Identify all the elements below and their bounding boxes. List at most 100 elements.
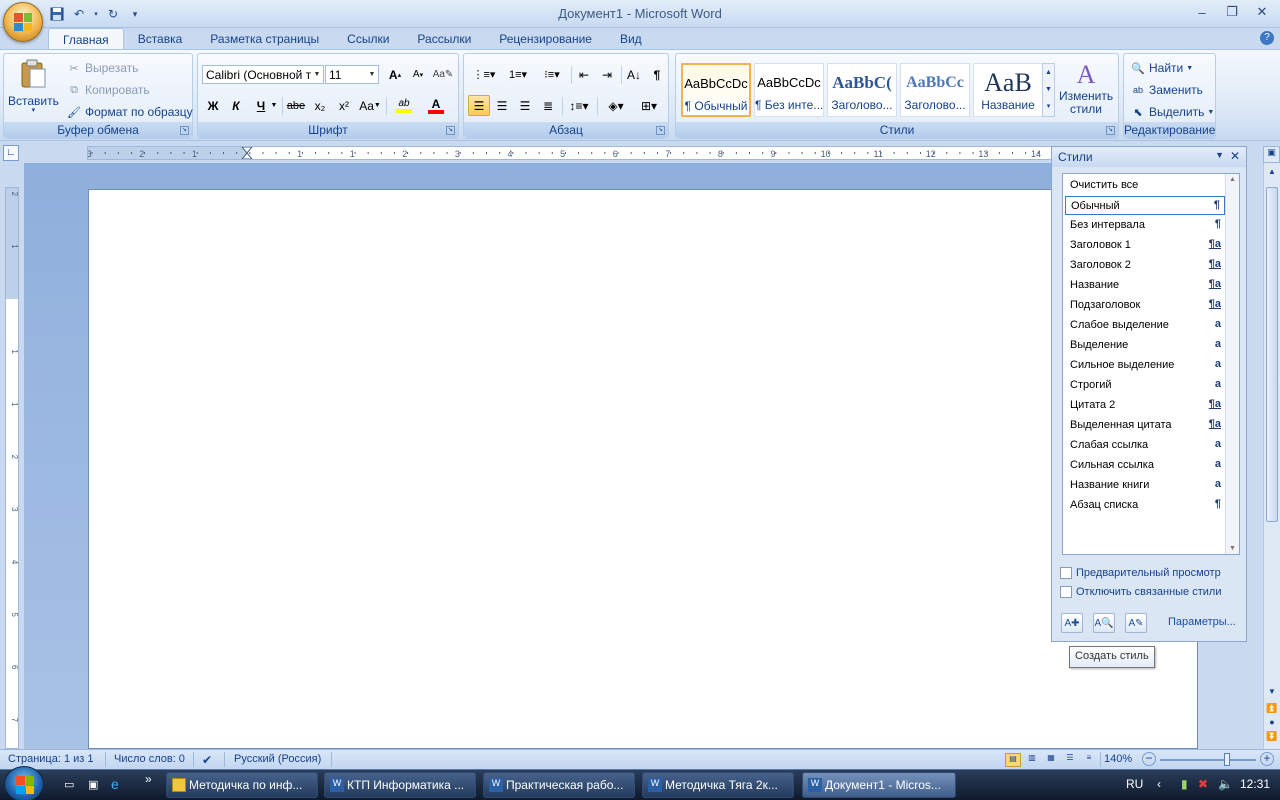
browse-object-icon[interactable]: ● (1264, 717, 1280, 731)
style-list-item[interactable]: Без интервала ¶ (1065, 216, 1225, 235)
style-list-item[interactable]: Слабое выделение a (1065, 316, 1225, 335)
align-left-button[interactable]: ☰ (468, 95, 490, 116)
styles-list-scrollbar[interactable]: ▲ ▼ (1225, 174, 1239, 554)
taskbar-item[interactable]: Методичка по инф... (166, 772, 318, 798)
scroll-thumb[interactable] (1266, 187, 1278, 522)
scroll-up-icon[interactable]: ▲ (1229, 176, 1236, 183)
shading-button[interactable]: ◈▾ (600, 95, 632, 116)
taskbar-item[interactable]: W Практическая рабо... (483, 772, 635, 798)
replace-button[interactable]: ab Заменить (1130, 82, 1203, 98)
paste-button[interactable]: Вставить ▾ (8, 58, 59, 114)
borders-button[interactable]: ⊞▾ (634, 95, 664, 116)
view-ruler-icon[interactable]: ▣ (1263, 146, 1280, 163)
style-gallery-item[interactable]: AaBbCcDc ¶ Без инте... (754, 63, 824, 117)
justify-button[interactable]: ≣ (537, 95, 559, 116)
style-list-item[interactable]: Обычный ¶ (1065, 196, 1225, 215)
underline-dropdown[interactable]: ▼ (269, 95, 279, 116)
taskbar-item[interactable]: W Методичка Тяга 2к... (642, 772, 794, 798)
dialog-launcher-icon[interactable]: ↘ (1106, 126, 1115, 135)
increase-indent-button[interactable]: ⇥ (596, 64, 618, 85)
style-list-item[interactable]: Строгий a (1065, 376, 1225, 395)
language-indicator[interactable]: RU (1126, 777, 1143, 791)
multilevel-list-button[interactable]: ⁝≡▾ (536, 64, 568, 85)
tab-view[interactable]: Вид (606, 28, 656, 50)
style-gallery-item[interactable]: AaBbCcDc ¶ Обычный (681, 63, 751, 117)
style-gallery-item[interactable]: AaBbCc Заголово... (900, 63, 970, 117)
close-button[interactable]: ✕ (1248, 2, 1276, 22)
indent-marker-icon[interactable] (241, 147, 253, 159)
strikethrough-button[interactable]: abe (285, 95, 307, 116)
close-icon[interactable]: ✕ (1230, 149, 1240, 163)
word-count[interactable]: Число слов: 0 (114, 753, 185, 765)
style-list-item[interactable]: Название ¶a (1065, 276, 1225, 295)
format-painter-button[interactable]: 🖌 Формат по образцу (66, 104, 193, 120)
style-list-item[interactable]: Абзац списка ¶ (1065, 496, 1225, 515)
font-color-button[interactable]: A (421, 95, 451, 116)
sort-button[interactable]: A↓ (623, 64, 645, 85)
more-quicklaunch-icon[interactable]: » (145, 772, 152, 786)
style-list-item[interactable]: Заголовок 1 ¶a (1065, 236, 1225, 255)
options-link[interactable]: Параметры... (1168, 616, 1236, 628)
dialog-launcher-icon[interactable]: ↘ (446, 126, 455, 135)
font-size-combo[interactable]: 11 ▼ (325, 65, 379, 84)
tab-page-layout[interactable]: Разметка страницы (196, 28, 333, 50)
outline-icon[interactable]: ☰ (1062, 753, 1078, 767)
vertical-ruler[interactable]: 21112345678 (5, 187, 19, 749)
zoom-slider[interactable] (1160, 759, 1256, 761)
style-list-item[interactable]: Цитата 2 ¶a (1065, 396, 1225, 415)
style-list-item[interactable]: Название книги a (1065, 476, 1225, 495)
zoom-level[interactable]: 140% (1104, 753, 1132, 765)
next-page-icon[interactable]: ⏬ (1264, 731, 1280, 745)
zoom-out-icon[interactable]: − (1142, 752, 1156, 766)
font-family-combo[interactable]: Calibri (Основной текст) ▼ (202, 65, 324, 84)
style-list-item[interactable]: Сильное выделение a (1065, 356, 1225, 375)
clock[interactable]: 12:31 (1240, 777, 1270, 791)
style-list-item[interactable]: Слабая ссылка a (1065, 436, 1225, 455)
scroll-up-icon[interactable]: ▲ (1264, 167, 1280, 183)
select-button[interactable]: ⬉ Выделить ▼ (1130, 104, 1214, 120)
style-list-item[interactable]: Выделенная цитата ¶a (1065, 416, 1225, 435)
subscript-button[interactable]: x₂ (309, 95, 331, 116)
cut-button[interactable]: ✂ Вырезать (66, 60, 138, 76)
minimize-button[interactable]: – (1188, 2, 1216, 22)
dialog-launcher-icon[interactable]: ↘ (656, 126, 665, 135)
bullets-button[interactable]: ⋮≡▾ (468, 64, 500, 85)
decrease-indent-button[interactable]: ⇤ (573, 64, 595, 85)
draft-icon[interactable]: ≡ (1081, 753, 1097, 767)
media-player-icon[interactable]: ▣ (88, 778, 98, 791)
tab-mailings[interactable]: Рассылки (403, 28, 485, 50)
superscript-button[interactable]: x² (333, 95, 355, 116)
dialog-launcher-icon[interactable]: ↘ (180, 126, 189, 135)
tray-expand-icon[interactable]: ‹ (1157, 777, 1161, 791)
pane-menu-icon[interactable]: ▼ (1215, 150, 1224, 160)
gallery-scroll[interactable]: ▲ ▼ ▾ (1042, 63, 1055, 117)
proofing-icon[interactable]: ✔ (202, 753, 212, 767)
restore-button[interactable]: ❐ (1218, 2, 1246, 22)
network-icon[interactable]: ▮ (1181, 777, 1188, 791)
find-button[interactable]: 🔍 Найти ▼ (1130, 60, 1193, 76)
shrink-font-button[interactable]: A ▾ (407, 64, 429, 85)
show-marks-button[interactable]: ¶ (646, 64, 668, 85)
internet-explorer-icon[interactable]: e (111, 776, 119, 792)
style-list-item[interactable]: Выделение a (1065, 336, 1225, 355)
manage-styles-button[interactable]: A✎ (1125, 613, 1147, 633)
clear-formatting-button[interactable]: Aa✎ (432, 64, 454, 85)
previous-page-icon[interactable]: ⏫ (1264, 703, 1280, 717)
tab-references[interactable]: Ссылки (333, 28, 403, 50)
document-page[interactable] (88, 189, 1198, 749)
vertical-scrollbar[interactable]: ▲ ▼ ⏫ ● ⏬ (1263, 163, 1280, 749)
style-list-item[interactable]: Очистить все (1065, 176, 1225, 195)
grow-font-button[interactable]: A ▴ (384, 64, 406, 85)
style-list-item[interactable]: Заголовок 2 ¶a (1065, 256, 1225, 275)
scroll-down-icon[interactable]: ▼ (1264, 687, 1280, 701)
language[interactable]: Русский (Россия) (234, 753, 321, 765)
new-style-button[interactable]: A✚ (1061, 613, 1083, 633)
scroll-down-icon[interactable]: ▼ (1229, 545, 1236, 552)
zoom-slider-thumb[interactable] (1224, 753, 1231, 766)
highlight-button[interactable]: ab (389, 95, 419, 116)
numbering-button[interactable]: 1≡▾ (502, 64, 534, 85)
tab-insert[interactable]: Вставка (124, 28, 197, 50)
tab-review[interactable]: Рецензирование (485, 28, 606, 50)
web-layout-icon[interactable]: ▦ (1043, 753, 1059, 767)
print-layout-icon[interactable]: ▤ (1005, 753, 1021, 767)
